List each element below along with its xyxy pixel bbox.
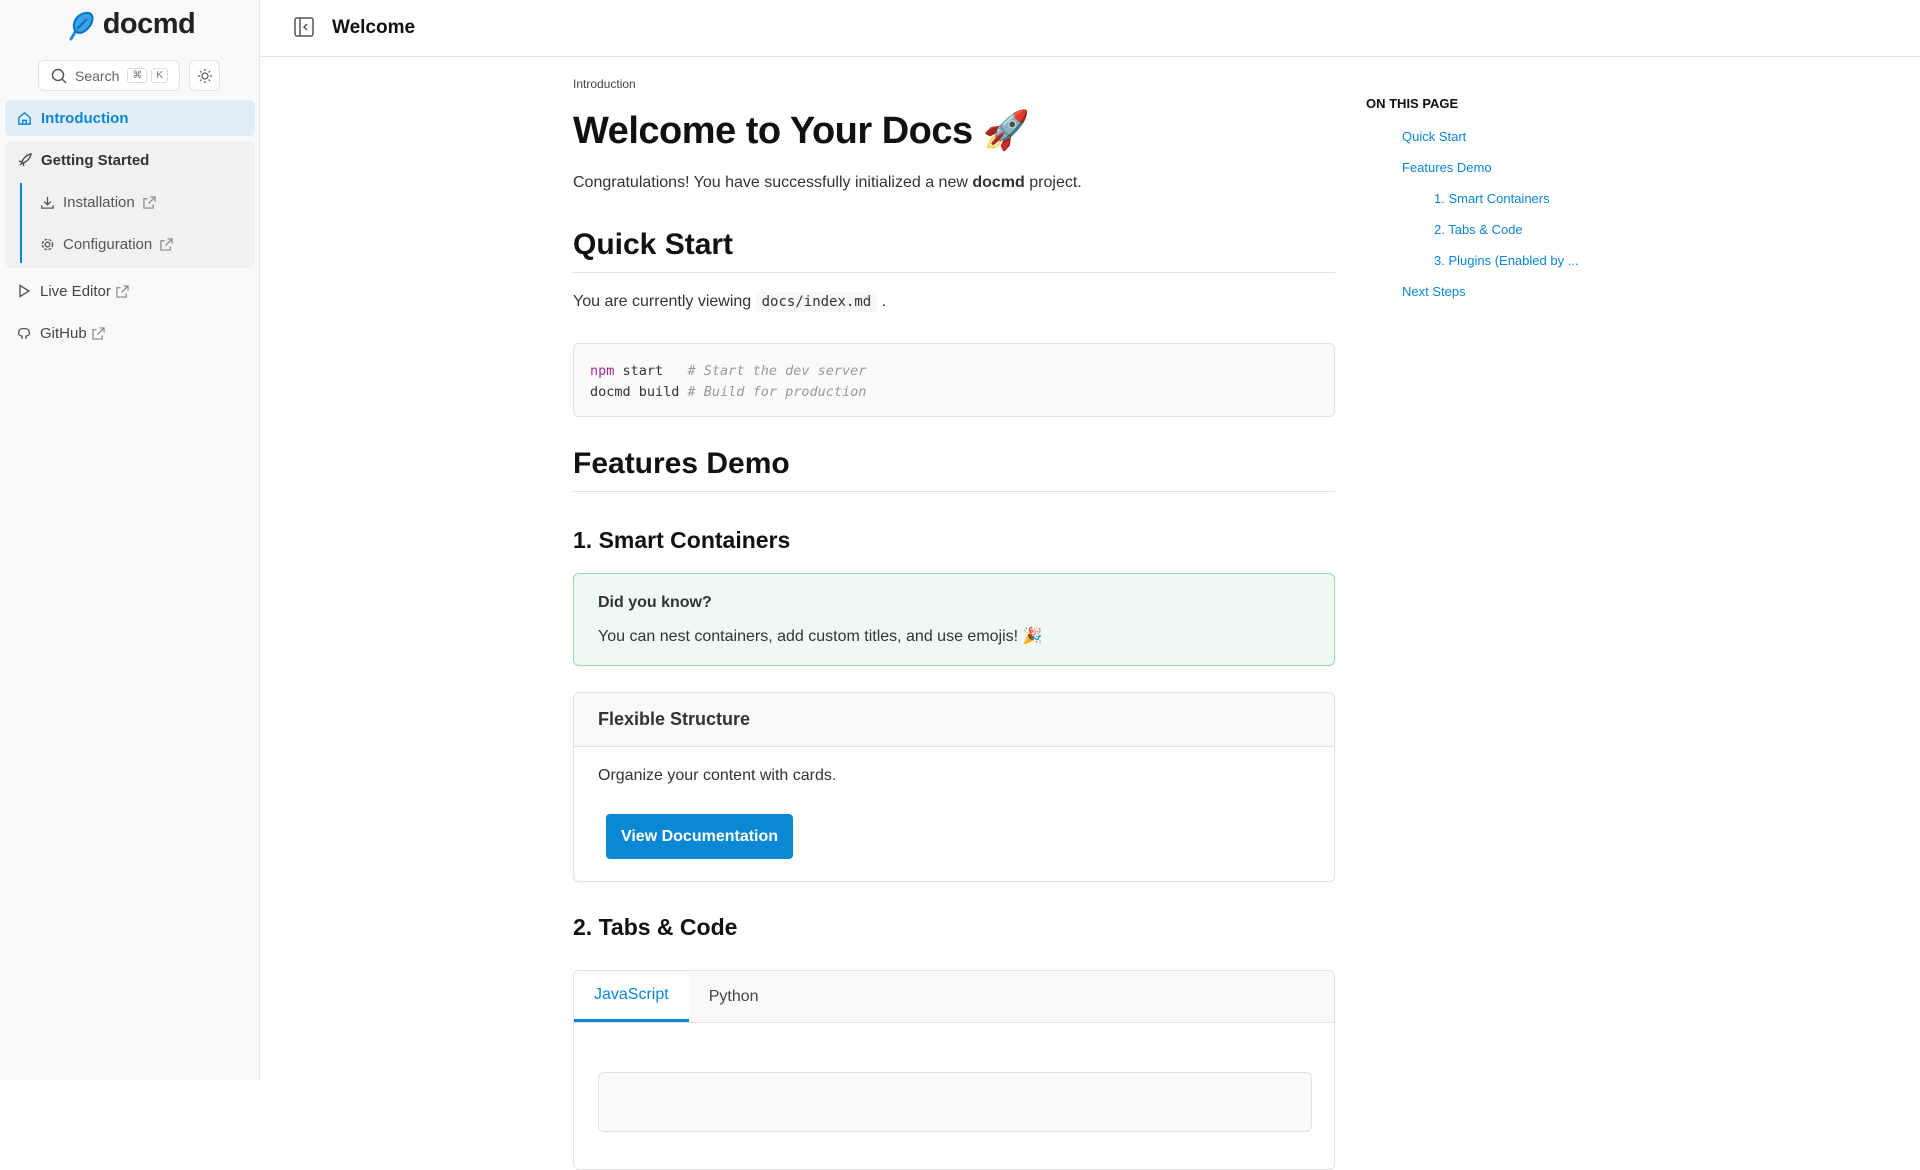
card-title: Flexible Structure <box>574 693 1334 747</box>
search-button[interactable]: Search ⌘ K <box>38 60 180 91</box>
top-header: Welcome <box>260 0 1920 57</box>
sidebar-item-installation[interactable]: Installation <box>40 184 156 220</box>
toc-item-features-demo[interactable]: Features Demo <box>1402 160 1492 175</box>
callout-title: Did you know? <box>598 594 712 611</box>
home-icon <box>18 111 31 125</box>
sidebar: docmd Search ⌘ K Introduction Getting St… <box>0 0 260 1080</box>
sidebar-item-label: Introduction <box>41 109 129 127</box>
viewing-paragraph: You are currently viewing docs/index.md … <box>573 292 887 312</box>
search-icon <box>51 68 67 84</box>
card-text: Organize your content with cards. <box>598 767 837 784</box>
sidebar-item-github[interactable]: GitHub <box>5 315 255 351</box>
logo[interactable]: docmd <box>0 8 260 41</box>
tab-python[interactable]: Python <box>689 971 779 1022</box>
header-title: Welcome <box>332 17 416 38</box>
external-link-icon <box>160 237 173 251</box>
tip-callout: Did you know? You can nest containers, a… <box>573 573 1335 666</box>
heading-tabs-code: 2. Tabs & Code <box>573 914 738 940</box>
view-documentation-button[interactable]: View Documentation <box>606 814 793 859</box>
sidebar-item-configuration[interactable]: Configuration <box>40 226 173 262</box>
rocket-icon <box>18 152 32 166</box>
shortcut-key: K <box>151 68 169 83</box>
search-placeholder: Search <box>75 67 120 84</box>
toc-item-quick-start[interactable]: Quick Start <box>1402 129 1466 144</box>
brand-name: docmd <box>102 8 196 40</box>
callout-text: You can nest containers, add custom titl… <box>598 628 1043 645</box>
sidebar-item-label: Getting Started <box>41 151 150 169</box>
toc-title: ON THIS PAGE <box>1366 96 1459 111</box>
sidebar-item-getting-started[interactable]: Getting Started <box>5 142 255 178</box>
heading-features-demo: Features Demo <box>573 447 1335 492</box>
theme-toggle-button[interactable] <box>189 60 220 91</box>
card: Flexible Structure Organize your content… <box>573 692 1335 882</box>
breadcrumb[interactable]: Introduction <box>573 77 636 91</box>
external-link-icon <box>116 284 129 298</box>
tab-javascript[interactable]: JavaScript <box>574 971 689 1022</box>
sun-icon <box>197 68 212 83</box>
intro-paragraph: Congratulations! You have successfully i… <box>573 174 1082 191</box>
sidebar-item-label: Installation <box>63 193 135 211</box>
group-indicator <box>20 183 22 263</box>
download-icon <box>41 196 54 209</box>
sidebar-item-label: Live Editor <box>40 282 111 300</box>
gear-icon <box>41 238 54 250</box>
feather-logo-icon <box>69 11 94 40</box>
code-tabs: JavaScript Python <box>573 970 1335 1170</box>
github-icon <box>17 327 31 339</box>
code-block: npm start # Start the dev server docmd b… <box>573 343 1335 417</box>
heading-smart-containers: 1. Smart Containers <box>573 527 791 553</box>
sidebar-item-label: Configuration <box>63 235 153 253</box>
sidebar-item-live-editor[interactable]: Live Editor <box>5 273 255 309</box>
sidebar-item-introduction[interactable]: Introduction <box>5 100 255 136</box>
sidebar-item-label: GitHub <box>40 324 87 342</box>
toc-item-next-steps[interactable]: Next Steps <box>1402 284 1466 299</box>
external-link-icon <box>92 326 105 340</box>
page-title: Welcome to Your Docs 🚀 <box>573 110 1030 152</box>
toc-item-smart-containers[interactable]: 1. Smart Containers <box>1434 191 1550 206</box>
toc-item-plugins[interactable]: 3. Plugins (Enabled by ... <box>1434 253 1579 268</box>
table-of-contents: ON THIS PAGE Quick Start Features Demo 1… <box>1366 96 1579 299</box>
heading-quick-start: Quick Start <box>573 228 1335 273</box>
shortcut-mod: ⌘ <box>127 68 148 83</box>
toc-item-tabs-code[interactable]: 2. Tabs & Code <box>1434 222 1523 237</box>
tab-code-block <box>598 1072 1312 1132</box>
inline-code: docs/index.md <box>755 292 878 312</box>
sidebar-toggle-icon[interactable] <box>294 17 314 37</box>
play-icon <box>19 284 31 298</box>
external-link-icon <box>143 195 156 209</box>
